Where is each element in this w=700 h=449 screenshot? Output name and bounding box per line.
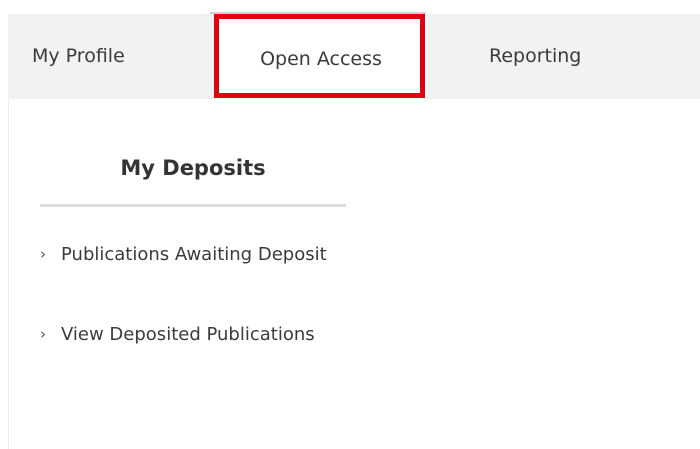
menu-item-label: Publications Awaiting Deposit bbox=[61, 244, 327, 265]
tab-reporting[interactable]: Reporting bbox=[489, 13, 581, 98]
tab-label: My Profile bbox=[32, 44, 125, 67]
top-edge bbox=[8, 0, 700, 8]
nav-bar: My Profile Open Access Reporting bbox=[8, 14, 700, 99]
chevron-right-icon: › bbox=[40, 325, 46, 343]
tab-label: Reporting bbox=[489, 44, 582, 67]
section-title: My Deposits bbox=[120, 156, 266, 180]
left-border bbox=[8, 99, 9, 449]
tab-my-profile[interactable]: My Profile bbox=[32, 13, 125, 98]
menu-item-view-deposited-publications[interactable]: › View Deposited Publications bbox=[40, 320, 340, 349]
tab-open-access[interactable]: Open Access bbox=[215, 14, 427, 98]
menu-item-publications-awaiting-deposit[interactable]: › Publications Awaiting Deposit bbox=[40, 240, 340, 269]
menu-item-label: View Deposited Publications bbox=[61, 324, 315, 345]
chevron-right-icon: › bbox=[40, 245, 46, 263]
section-divider bbox=[40, 204, 346, 207]
tab-label: Open Access bbox=[260, 48, 382, 70]
